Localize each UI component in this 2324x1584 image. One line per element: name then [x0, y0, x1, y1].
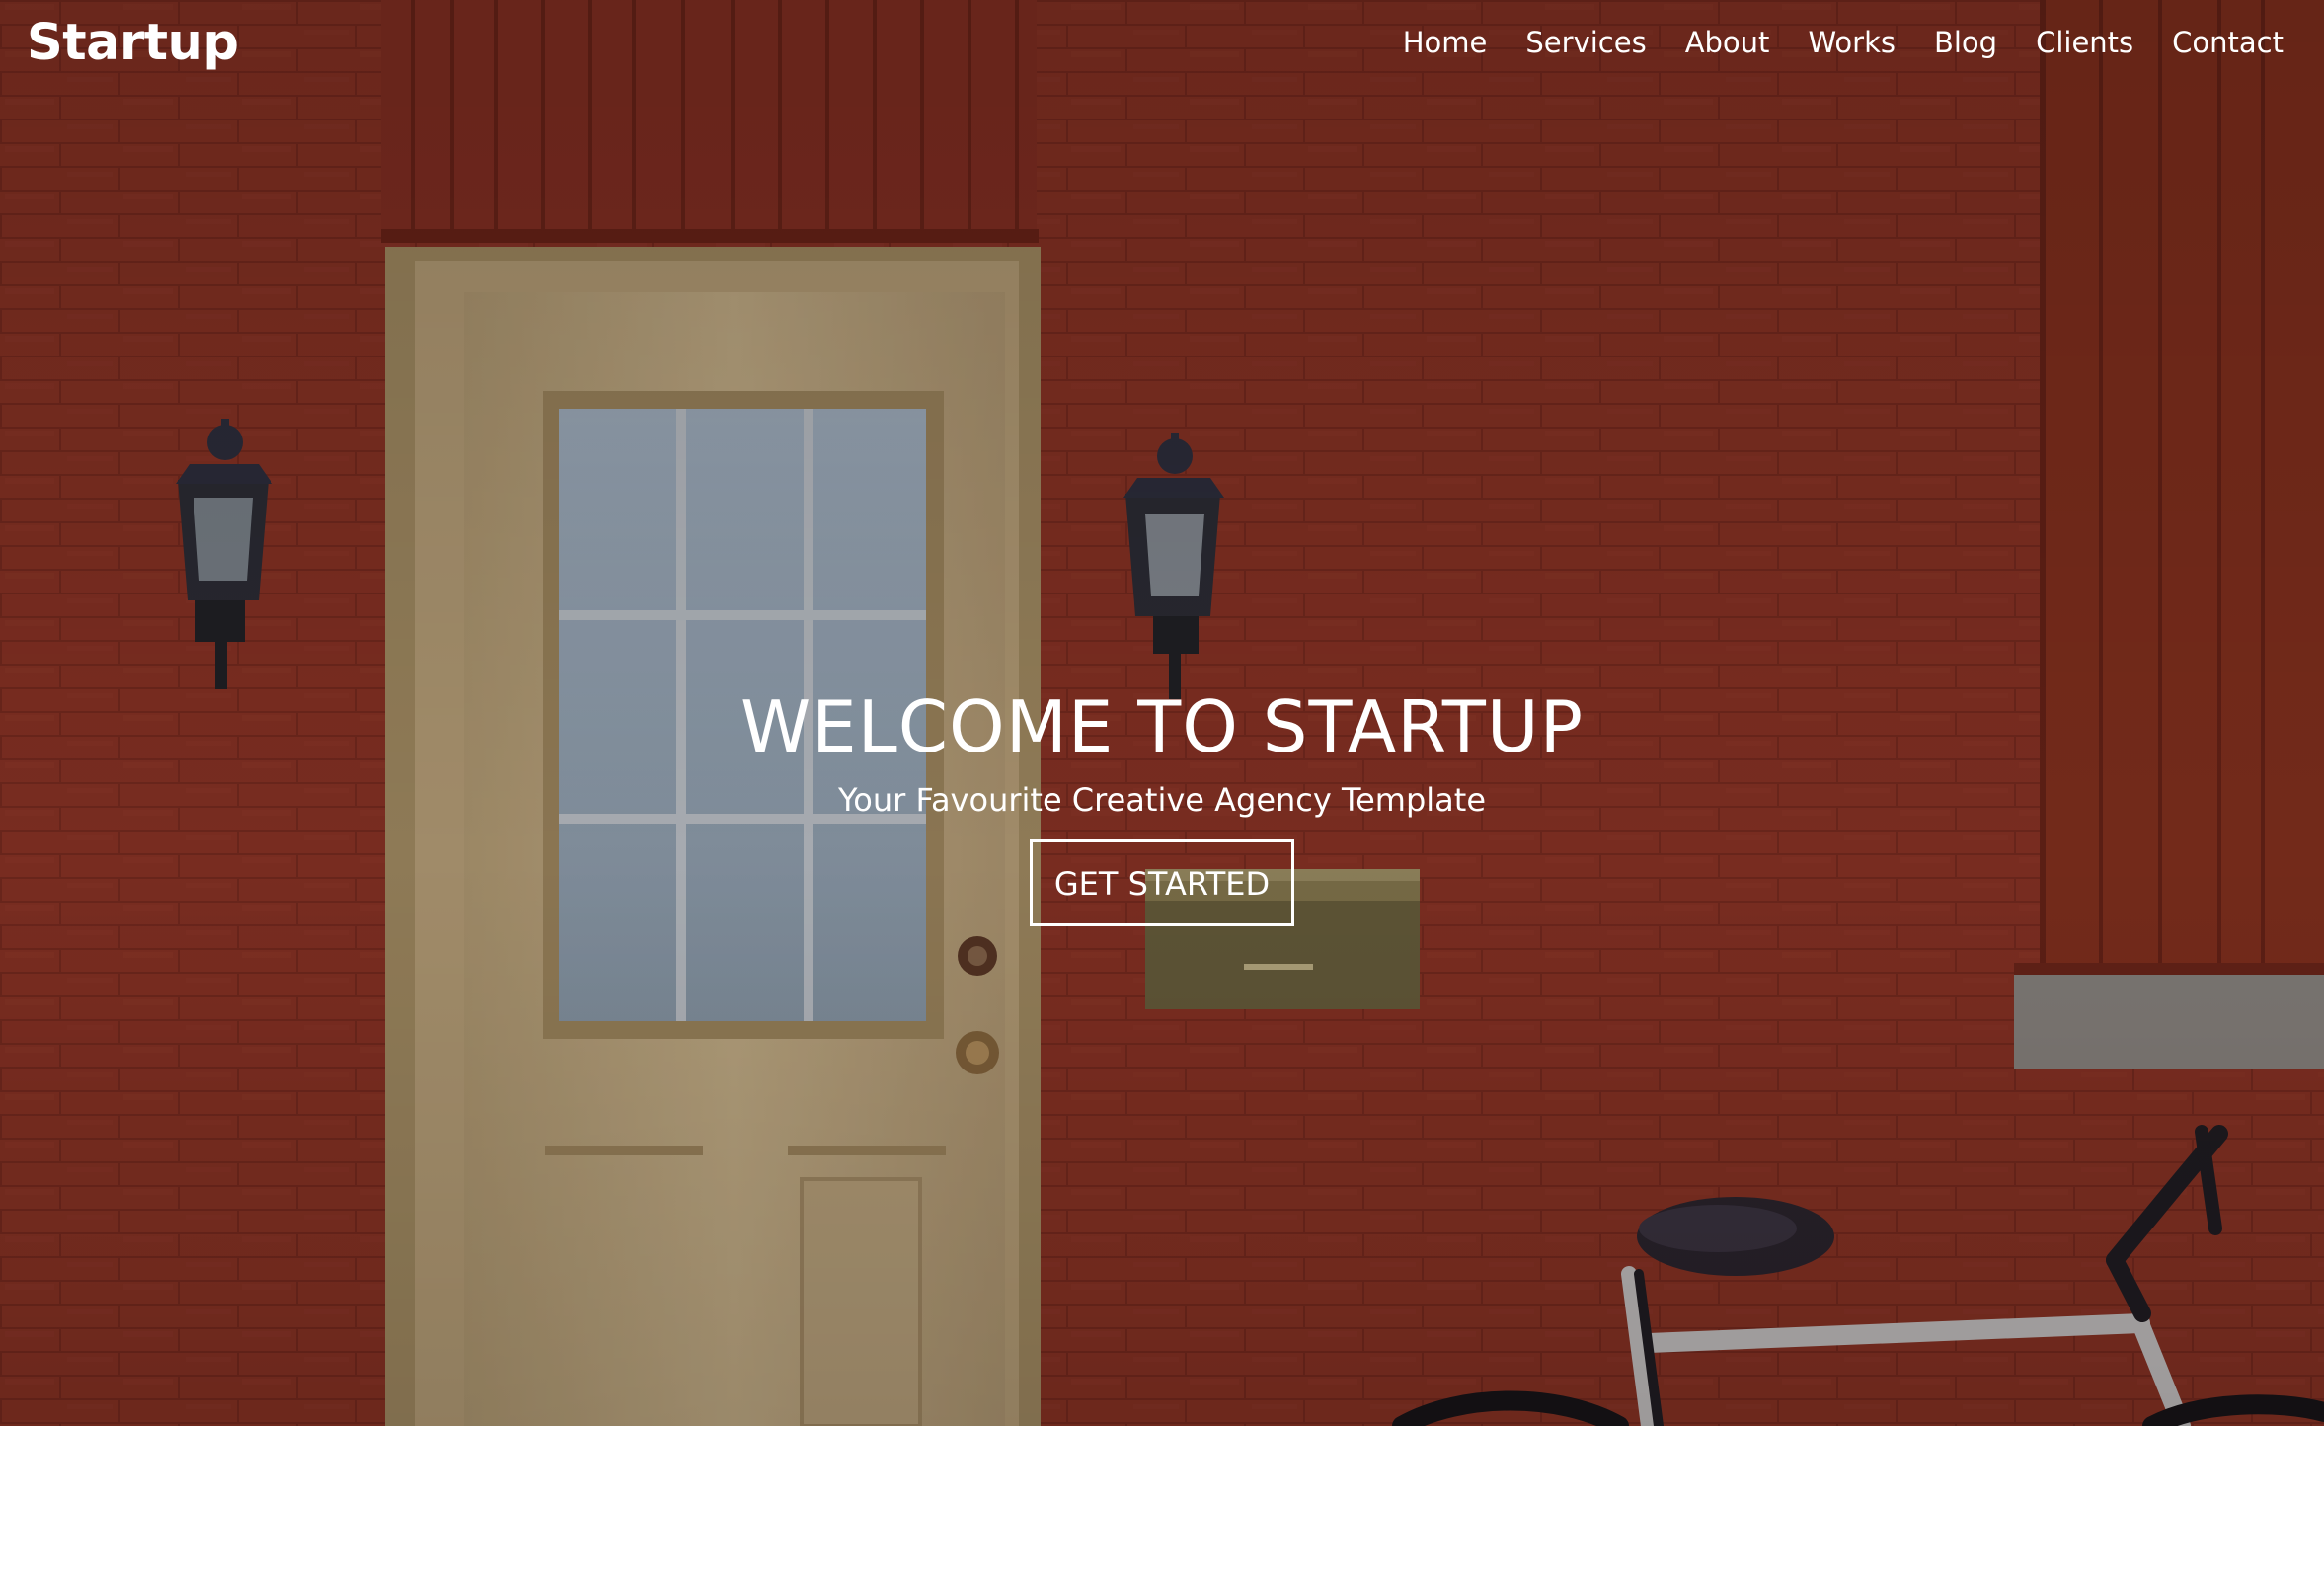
- hero-section: Startup Home Services About Works Blog C…: [0, 0, 2324, 1426]
- nav-item-services[interactable]: Services: [1525, 26, 1646, 59]
- nav-item-works[interactable]: Works: [1808, 26, 1896, 59]
- hero-title: WELCOME TO STARTUP: [739, 685, 1584, 768]
- get-started-button[interactable]: GET STARTED: [1029, 839, 1295, 926]
- hero-content: WELCOME TO STARTUP Your Favourite Creati…: [0, 683, 2324, 926]
- navbar: Startup Home Services About Works Blog C…: [0, 0, 2324, 91]
- nav-item-blog[interactable]: Blog: [1934, 26, 1997, 59]
- hero-subtitle: Your Favourite Creative Agency Template: [837, 781, 1487, 819]
- nav-item-contact[interactable]: Contact: [2172, 26, 2284, 59]
- nav-menu: Home Services About Works Blog Clients C…: [1364, 26, 2284, 59]
- nav-item-home[interactable]: Home: [1403, 26, 1488, 59]
- brand-logo[interactable]: Startup: [27, 14, 239, 72]
- nav-item-clients[interactable]: Clients: [2036, 26, 2133, 59]
- nav-item-about[interactable]: About: [1685, 26, 1770, 59]
- content-section: [0, 1426, 2324, 1584]
